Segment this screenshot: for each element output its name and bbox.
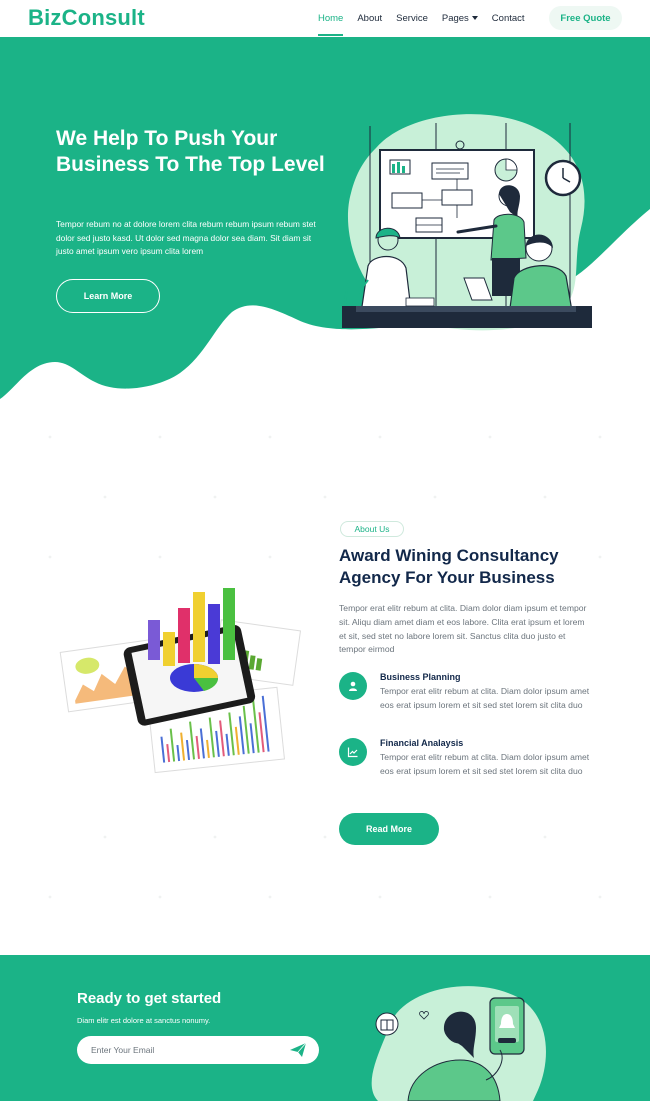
feature-text: Tempor erat elitr rebum at clita. Diam d… bbox=[380, 686, 590, 710]
page: BizConsult Home About Service Pages Cont… bbox=[0, 0, 650, 1101]
nav-links: Home About Service Pages Contact bbox=[318, 0, 525, 37]
nav-link-contact[interactable]: Contact bbox=[492, 0, 525, 37]
newsletter-form bbox=[77, 1036, 319, 1064]
feature-title: Business Planning bbox=[380, 672, 461, 682]
nav-link-service[interactable]: Service bbox=[396, 0, 428, 37]
hero-meeting-illustration bbox=[342, 114, 592, 331]
nav-link-about[interactable]: About bbox=[357, 0, 382, 37]
analytics-charts-illustration bbox=[59, 588, 302, 774]
navbar: BizConsult Home About Service Pages Cont… bbox=[0, 0, 650, 37]
newsletter-section: Ready to get started Diam elitr est dolo… bbox=[0, 955, 650, 1101]
nav-link-home[interactable]: Home bbox=[318, 0, 344, 37]
newsletter-illustration bbox=[371, 986, 546, 1101]
about-us-badge: About Us bbox=[340, 521, 404, 537]
paper-plane-icon[interactable] bbox=[289, 1042, 307, 1058]
read-more-button[interactable]: Read More bbox=[339, 813, 439, 845]
learn-more-button[interactable]: Learn More bbox=[56, 279, 160, 313]
newsletter-title: Ready to get started bbox=[77, 990, 222, 1007]
newsletter-subtitle: Diam elitr est dolore at sanctus nonumy. bbox=[77, 1016, 211, 1025]
brand-logo[interactable]: BizConsult bbox=[28, 5, 145, 31]
hero-title: We Help To Push Your Business To The Top… bbox=[56, 127, 325, 176]
user-icon bbox=[339, 672, 367, 700]
free-quote-button[interactable]: Free Quote bbox=[549, 6, 622, 30]
feature-title: Financial Analaysis bbox=[380, 738, 464, 748]
about-text: Tempor erat elitr rebum at clita. Diam d… bbox=[339, 603, 587, 655]
email-input[interactable] bbox=[77, 1036, 277, 1064]
hero-text: Tempor rebum no at dolore lorem clita re… bbox=[56, 219, 316, 257]
nav-link-pages-label: Pages bbox=[441, 13, 469, 24]
chart-line-icon bbox=[339, 738, 367, 766]
feature-text: Tempor erat elitr rebum at clita. Diam d… bbox=[380, 752, 590, 776]
caret-down-icon bbox=[471, 16, 478, 21]
about-title: Award Wining Consultancy Agency For Your… bbox=[339, 546, 559, 587]
nav-link-pages[interactable]: Pages bbox=[442, 0, 478, 37]
